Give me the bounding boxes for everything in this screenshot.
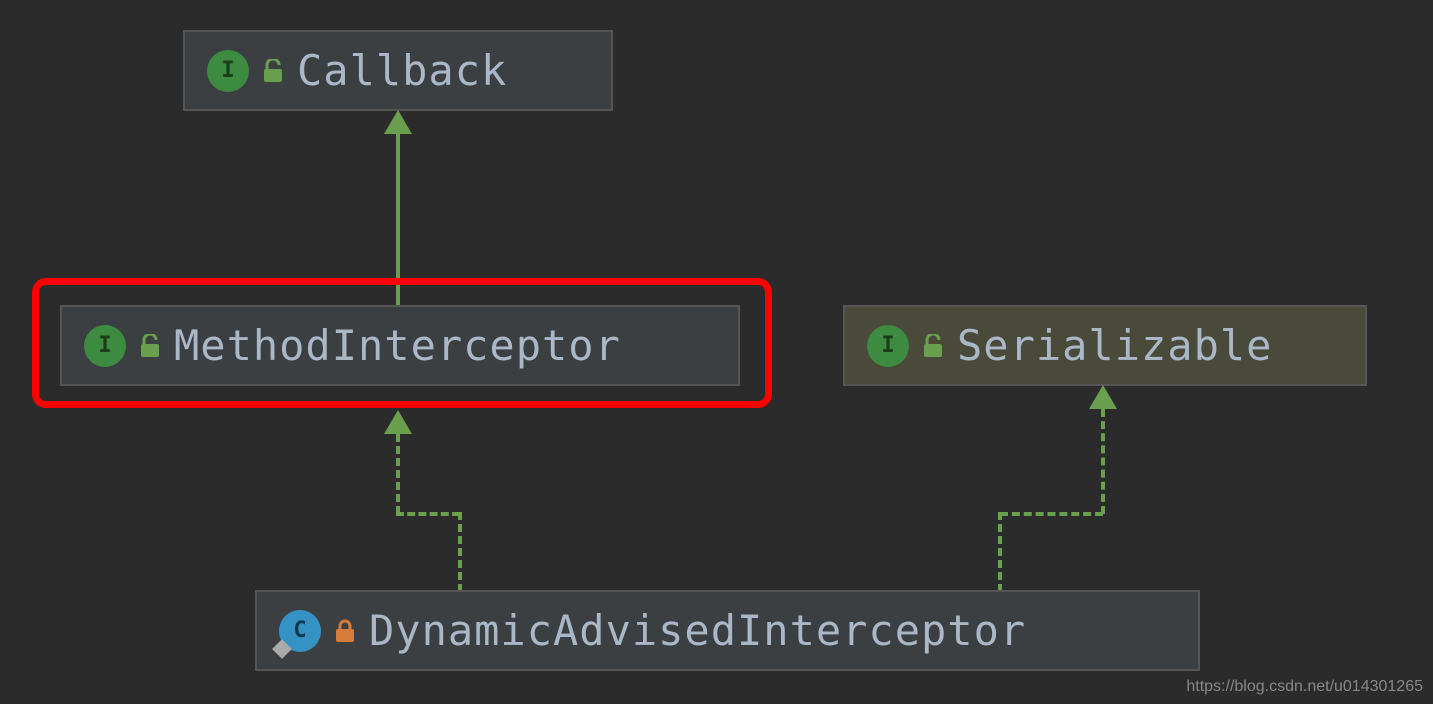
lock-icon xyxy=(335,619,355,643)
class-icon: C xyxy=(279,610,321,652)
dashed-line xyxy=(1000,512,1103,516)
node-callback[interactable]: I Callback xyxy=(183,30,613,111)
unlock-icon xyxy=(263,59,283,83)
arrow-head xyxy=(1089,385,1117,409)
class-name-label: Callback xyxy=(297,46,507,95)
watermark-text: https://blog.csdn.net/u014301265 xyxy=(1186,678,1423,696)
class-name-label: Serializable xyxy=(957,321,1272,370)
class-name-label: DynamicAdvisedInterceptor xyxy=(369,606,1026,655)
dashed-line xyxy=(396,512,460,516)
dashed-line xyxy=(458,512,462,592)
arrow-line xyxy=(396,132,400,310)
interface-icon: I xyxy=(867,325,909,367)
node-serializable[interactable]: I Serializable xyxy=(843,305,1367,386)
dashed-line xyxy=(998,512,1002,592)
unlock-icon xyxy=(923,334,943,358)
node-dynamic-advised-interceptor[interactable]: C DynamicAdvisedInterceptor xyxy=(255,590,1200,671)
unlock-icon xyxy=(140,334,160,358)
dashed-line xyxy=(396,434,400,514)
final-marker-icon xyxy=(272,639,292,659)
interface-icon: I xyxy=(84,325,126,367)
dashed-line xyxy=(1101,409,1105,514)
arrow-head xyxy=(384,410,412,434)
class-name-label: MethodInterceptor xyxy=(174,321,621,370)
arrow-head xyxy=(384,110,412,134)
interface-icon: I xyxy=(207,50,249,92)
node-method-interceptor[interactable]: I MethodInterceptor xyxy=(60,305,740,386)
